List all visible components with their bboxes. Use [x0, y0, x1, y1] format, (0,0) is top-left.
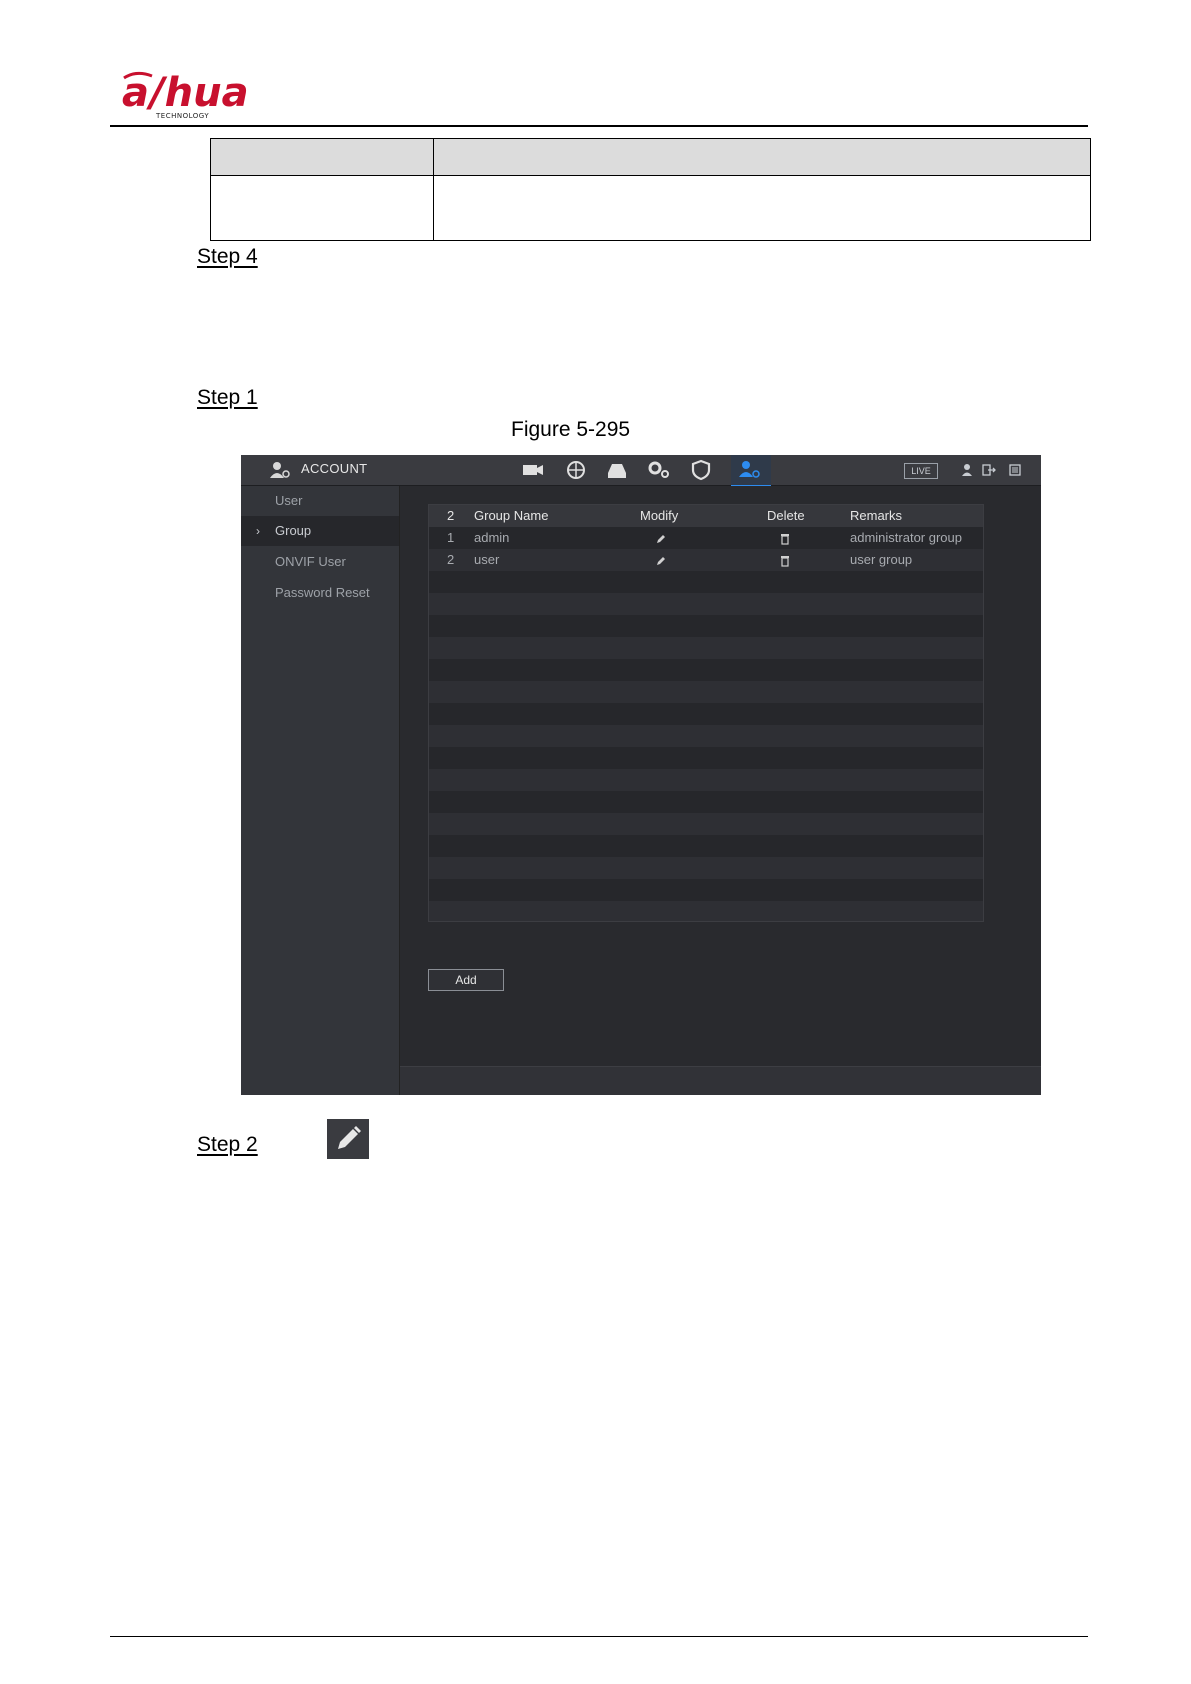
doc-table-cell: [433, 175, 1091, 241]
sidebar-item-label: Password Reset: [275, 585, 370, 600]
sidebar-item-label: ONVIF User: [275, 554, 346, 569]
trash-icon[interactable]: [780, 555, 790, 567]
pencil-icon[interactable]: [655, 533, 667, 545]
top-bar: ACCOUNT LIVE: [241, 455, 1041, 487]
pencil-icon[interactable]: [655, 555, 667, 567]
table-row-empty: [429, 769, 983, 791]
row-group-name: user: [474, 552, 500, 567]
table-row-empty: [429, 747, 983, 769]
system-icon[interactable]: [646, 459, 672, 481]
doc-table-row: [210, 175, 1091, 241]
sidebar-item-password-reset[interactable]: Password Reset: [241, 578, 399, 608]
account-screenshot: ACCOUNT LIVE User › Group ONVIF User Pas…: [241, 455, 1041, 1095]
doc-table: [210, 138, 1091, 241]
security-icon[interactable]: [688, 459, 714, 481]
column-header-modify: Modify: [640, 508, 679, 523]
table-row-empty: [429, 571, 983, 593]
table-row-empty: [429, 835, 983, 857]
column-header-count: 2: [447, 508, 455, 523]
logo-subtext: TECHNOLOGY: [156, 112, 210, 120]
sidebar-item-label: Group: [275, 523, 312, 538]
network-icon[interactable]: [563, 459, 589, 481]
doc-table-header-cell: [210, 138, 434, 176]
bottom-bar: [400, 1066, 1041, 1095]
dahua-logo: a /hua TECHNOLOGY: [122, 70, 262, 120]
table-row-empty: [429, 813, 983, 835]
footer-rule: [110, 1636, 1088, 1637]
page-title: ACCOUNT: [301, 461, 368, 476]
row-remarks: administrator group: [850, 530, 962, 545]
row-index: 2: [447, 552, 455, 567]
row-group-name: admin: [474, 530, 510, 545]
header-rule: [110, 125, 1088, 127]
live-button[interactable]: LIVE: [904, 463, 938, 479]
table-row-empty: [429, 637, 983, 659]
sidebar-item-user[interactable]: User: [241, 486, 399, 516]
table-row[interactable]: 2 user user group: [429, 549, 983, 571]
row-index: 1: [447, 530, 455, 545]
user-icon[interactable]: [960, 463, 974, 477]
add-button[interactable]: Add: [428, 969, 504, 991]
doc-table-header-cell: [433, 138, 1091, 176]
trash-icon[interactable]: [780, 533, 790, 545]
table-row-empty: [429, 681, 983, 703]
modify-icon-inline: [327, 1119, 369, 1159]
table-row-empty: [429, 857, 983, 879]
table-row-empty: [429, 593, 983, 615]
figure-caption: Figure 5-295: [511, 418, 631, 441]
menu-icon[interactable]: [1008, 463, 1022, 477]
table-row-empty: [429, 725, 983, 747]
table-row-empty: [429, 615, 983, 637]
account-icon: [270, 462, 290, 478]
column-header-remarks: Remarks: [850, 508, 903, 523]
doc-table-header-row: [210, 138, 1091, 176]
column-header-delete: Delete: [767, 508, 805, 523]
table-row-empty: [429, 659, 983, 681]
chevron-right-icon: ›: [256, 524, 260, 538]
table-row-empty: [429, 791, 983, 813]
storage-icon[interactable]: [604, 459, 630, 481]
sidebar: User › Group ONVIF User Password Reset: [241, 486, 400, 1095]
table-header-row: 2 Group Name Modify Delete Remarks: [429, 505, 983, 527]
step-2-label: Step 2: [197, 1133, 258, 1156]
svg-text:/hua: /hua: [146, 70, 249, 116]
camera-icon[interactable]: [520, 459, 546, 481]
step-1-label: Step 1: [197, 386, 258, 409]
account-active-icon[interactable]: [737, 459, 763, 481]
sidebar-item-group[interactable]: › Group: [241, 516, 399, 546]
group-table: 2 Group Name Modify Delete Remarks 1 adm…: [428, 504, 984, 922]
step-4-label: Step 4: [197, 245, 258, 268]
sidebar-item-onvif-user[interactable]: ONVIF User: [241, 547, 399, 577]
logout-icon[interactable]: [982, 463, 996, 477]
sidebar-item-label: User: [275, 493, 303, 508]
column-header-group-name[interactable]: Group Name: [474, 505, 548, 527]
pencil-icon: [338, 1126, 361, 1149]
table-row-empty: [429, 879, 983, 901]
table-row[interactable]: 1 admin administrator group: [429, 527, 983, 549]
table-row-empty: [429, 703, 983, 725]
doc-table-cell: [210, 175, 434, 241]
row-remarks: user group: [850, 552, 913, 567]
